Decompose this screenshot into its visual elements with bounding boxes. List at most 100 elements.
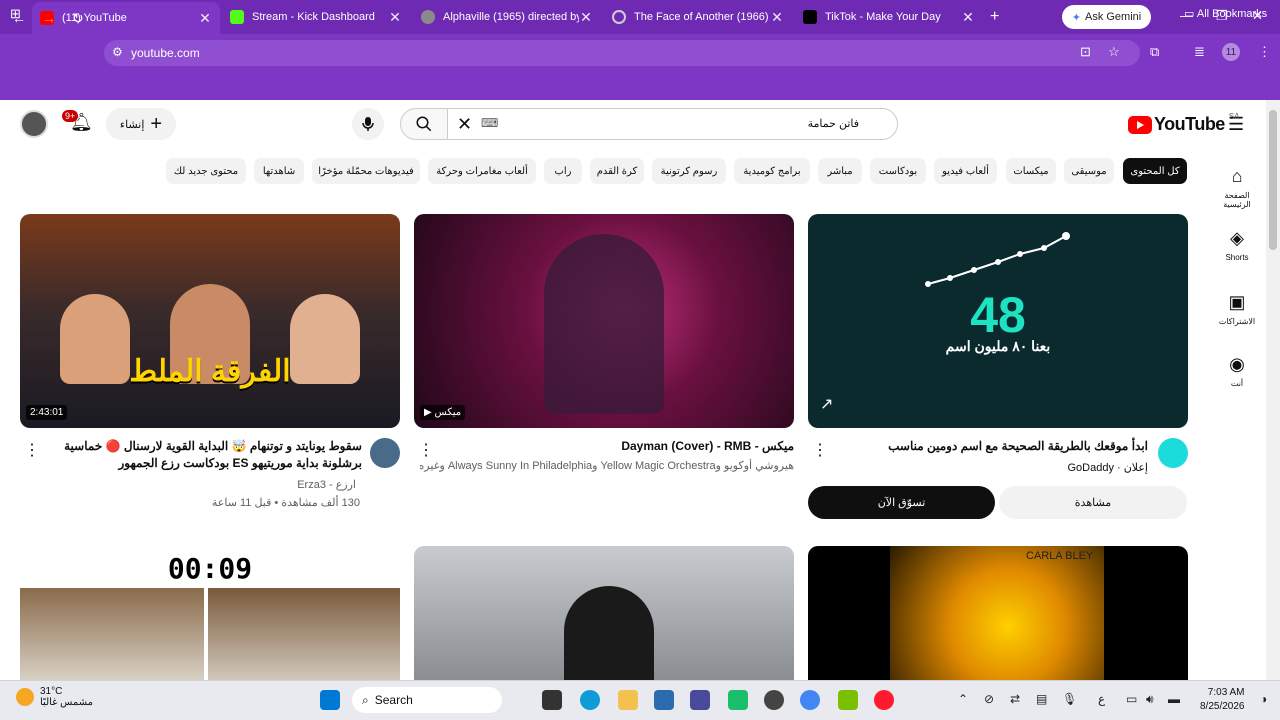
bookmark-star-icon[interactable]: ☆ bbox=[1108, 44, 1120, 60]
file-explorer-icon[interactable] bbox=[618, 690, 638, 710]
mix-thumbnail[interactable]: ▶︎ ميكس bbox=[414, 214, 794, 428]
ad-title[interactable]: ابدأ موقعك بالطريقة الصحيحة مع اسم دومين… bbox=[826, 438, 1148, 455]
chip-label: كرة القدم bbox=[596, 165, 638, 177]
extensions-icon[interactable]: ⧉ bbox=[1150, 44, 1159, 60]
browser-menu-icon[interactable]: ⋮ bbox=[1258, 44, 1271, 60]
shop-now-button[interactable]: تسوّق الآن bbox=[808, 486, 995, 519]
taskbar-clock[interactable]: 7:03 AM 8/25/2026 bbox=[1200, 686, 1245, 714]
create-button[interactable]: إنشاء + bbox=[106, 108, 176, 140]
close-tab-icon[interactable]: ✕ bbox=[579, 9, 593, 26]
forward-icon[interactable]: → bbox=[42, 10, 56, 26]
video-thumbnail[interactable]: 00:09 bbox=[20, 548, 400, 680]
chip-video-games[interactable]: ألعاب فيديو bbox=[934, 158, 997, 184]
keyboard-icon[interactable]: ⌨ bbox=[481, 116, 498, 130]
notifications-button[interactable]: 🔔︎ 9+ bbox=[62, 110, 93, 133]
channel-avatar[interactable] bbox=[370, 438, 400, 468]
close-tab-icon[interactable]: ✕ bbox=[770, 9, 784, 26]
windows-taskbar bbox=[0, 680, 1280, 720]
tray-icon[interactable]: ⇄ bbox=[1010, 692, 1020, 706]
video-title[interactable]: ميكس - Dayman (Cover) - RMB bbox=[432, 438, 794, 455]
search-button[interactable] bbox=[400, 108, 448, 140]
rail-shorts[interactable]: ◈ Shorts bbox=[1212, 228, 1262, 262]
start-icon[interactable] bbox=[320, 690, 340, 710]
youtube-logo[interactable]: YouTube SA bbox=[1128, 112, 1240, 135]
tab-tiktok[interactable]: TikTok - Make Your Day ✕ bbox=[795, 4, 983, 30]
edge-icon[interactable] bbox=[580, 690, 600, 710]
notification-center-icon[interactable]: ◑ bbox=[1260, 692, 1267, 706]
video-thumbnail[interactable]: CARLA BLEY bbox=[808, 546, 1188, 680]
reading-list-icon[interactable]: ≣ bbox=[1194, 44, 1205, 60]
task-view-icon[interactable] bbox=[542, 690, 562, 710]
address-bar[interactable]: ⚙ youtube.com bbox=[104, 40, 1140, 66]
store-icon[interactable] bbox=[654, 690, 674, 710]
weather-widget[interactable]: 31°C مشمس غالبًا bbox=[16, 686, 93, 708]
tab-kick[interactable]: Stream - Kick Dashboard ✕ bbox=[222, 4, 410, 30]
chrome-icon[interactable] bbox=[800, 690, 820, 710]
chip-football[interactable]: كرة القدم bbox=[590, 158, 644, 184]
volume-icon[interactable]: 🔊︎ bbox=[1146, 692, 1154, 707]
chip-watched[interactable]: شاهدتها bbox=[254, 158, 304, 184]
more-actions-icon[interactable]: ⋮ bbox=[24, 440, 40, 460]
chip-mixes[interactable]: ميكسات bbox=[1006, 158, 1056, 184]
taskbar-search[interactable]: ⌕ Search bbox=[352, 687, 502, 713]
app-icon[interactable] bbox=[690, 690, 710, 710]
voice-search-button[interactable] bbox=[352, 108, 384, 140]
app-icon[interactable] bbox=[728, 690, 748, 710]
video-title[interactable]: سقوط يونايتد و توتنهام 🤯 البداية القوية … bbox=[38, 438, 362, 472]
chip-comedy[interactable]: برامج كوميدية bbox=[734, 158, 810, 184]
battery-icon[interactable]: ▬ bbox=[1168, 692, 1180, 706]
tray-icon[interactable]: ▤ bbox=[1036, 692, 1047, 706]
tab-alphaville[interactable]: Alphaville (1965) directed by ✕ bbox=[413, 4, 601, 30]
chip-live[interactable]: مباشر bbox=[818, 158, 862, 184]
rail-subscriptions[interactable]: ▣ الاشتراكات bbox=[1212, 292, 1262, 326]
home-icon: ⌂ bbox=[1231, 166, 1243, 186]
tab-youtube[interactable]: (11) YouTube ✕ bbox=[32, 2, 220, 34]
channel-name[interactable]: ارزع - Erza3 bbox=[160, 478, 356, 491]
close-tab-icon[interactable]: ✕ bbox=[198, 10, 212, 27]
video-thumbnail[interactable]: الفرقة الملط 2:43:01 bbox=[20, 214, 400, 428]
network-icon[interactable]: ▭ bbox=[1126, 692, 1137, 706]
watch-button[interactable]: مشاهدة bbox=[999, 486, 1187, 519]
close-tab-icon[interactable]: ✕ bbox=[961, 9, 975, 26]
input-language[interactable]: ع bbox=[1098, 692, 1105, 706]
thumbnail-room-right bbox=[208, 588, 400, 680]
tray-overflow-icon[interactable]: ⌃ bbox=[958, 692, 968, 706]
apps-grid-icon[interactable]: ⊞ bbox=[10, 6, 21, 22]
account-avatar[interactable] bbox=[20, 110, 48, 138]
all-bookmarks-button[interactable]: ▭ All Bookmarks bbox=[1184, 7, 1267, 20]
reload-icon[interactable]: ↻ bbox=[72, 10, 84, 27]
external-link-icon[interactable]: ↗ bbox=[820, 394, 833, 414]
thumbnail-person bbox=[564, 586, 654, 680]
more-actions-icon[interactable]: ⋮ bbox=[418, 440, 434, 460]
app-icon[interactable] bbox=[764, 690, 784, 710]
advertiser-avatar[interactable] bbox=[1158, 438, 1188, 468]
profile-avatar[interactable]: 11 bbox=[1222, 43, 1240, 61]
chip-rap[interactable]: راب bbox=[544, 158, 582, 184]
chip-recently-uploaded[interactable]: فيديوهات محمّلة مؤخرًا bbox=[312, 158, 420, 184]
chip-music[interactable]: موسيقى bbox=[1064, 158, 1114, 184]
new-tab-icon[interactable]: + bbox=[990, 8, 999, 26]
chip-action-adventure[interactable]: ألعاب مغامرات وحركة bbox=[428, 158, 536, 184]
tray-icon[interactable]: ⊘ bbox=[984, 692, 994, 706]
install-app-icon[interactable]: ⊡ bbox=[1080, 44, 1091, 60]
page-scrollbar[interactable] bbox=[1266, 100, 1280, 680]
chip-podcasts[interactable]: بودكاست bbox=[870, 158, 926, 184]
more-actions-icon[interactable]: ⋮ bbox=[812, 440, 828, 460]
ad-thumbnail[interactable]: 48 بعنا ٨٠ مليون اسم ↗ bbox=[808, 214, 1188, 428]
close-tab-icon[interactable]: ✕ bbox=[388, 9, 402, 26]
clear-search-icon[interactable]: ✕ bbox=[457, 114, 472, 135]
torrent-icon[interactable] bbox=[838, 690, 858, 710]
scrollbar-thumb[interactable] bbox=[1269, 110, 1277, 250]
rail-home[interactable]: ⌂ الصفحة الرئيسية bbox=[1212, 166, 1262, 209]
video-thumbnail[interactable] bbox=[414, 546, 794, 680]
opera-icon[interactable] bbox=[874, 690, 894, 710]
site-info-icon[interactable]: ⚙ bbox=[112, 45, 123, 59]
ask-gemini-button[interactable]: ✦ Ask Gemini bbox=[1062, 5, 1151, 29]
chip-new-to-you[interactable]: محتوى جديد لك bbox=[166, 158, 246, 184]
chip-all[interactable]: كل المحتوى bbox=[1123, 158, 1187, 184]
rail-you[interactable]: ◉ أنت bbox=[1212, 354, 1262, 388]
search-input[interactable]: فاتن حمامة ⌨ ✕ bbox=[446, 108, 898, 140]
tab-face-of-another[interactable]: The Face of Another (1966) | T ✕ bbox=[604, 4, 792, 30]
chip-cartoons[interactable]: رسوم كرتونية bbox=[652, 158, 726, 184]
tray-icon[interactable]: 🎙︎ bbox=[1062, 692, 1077, 706]
